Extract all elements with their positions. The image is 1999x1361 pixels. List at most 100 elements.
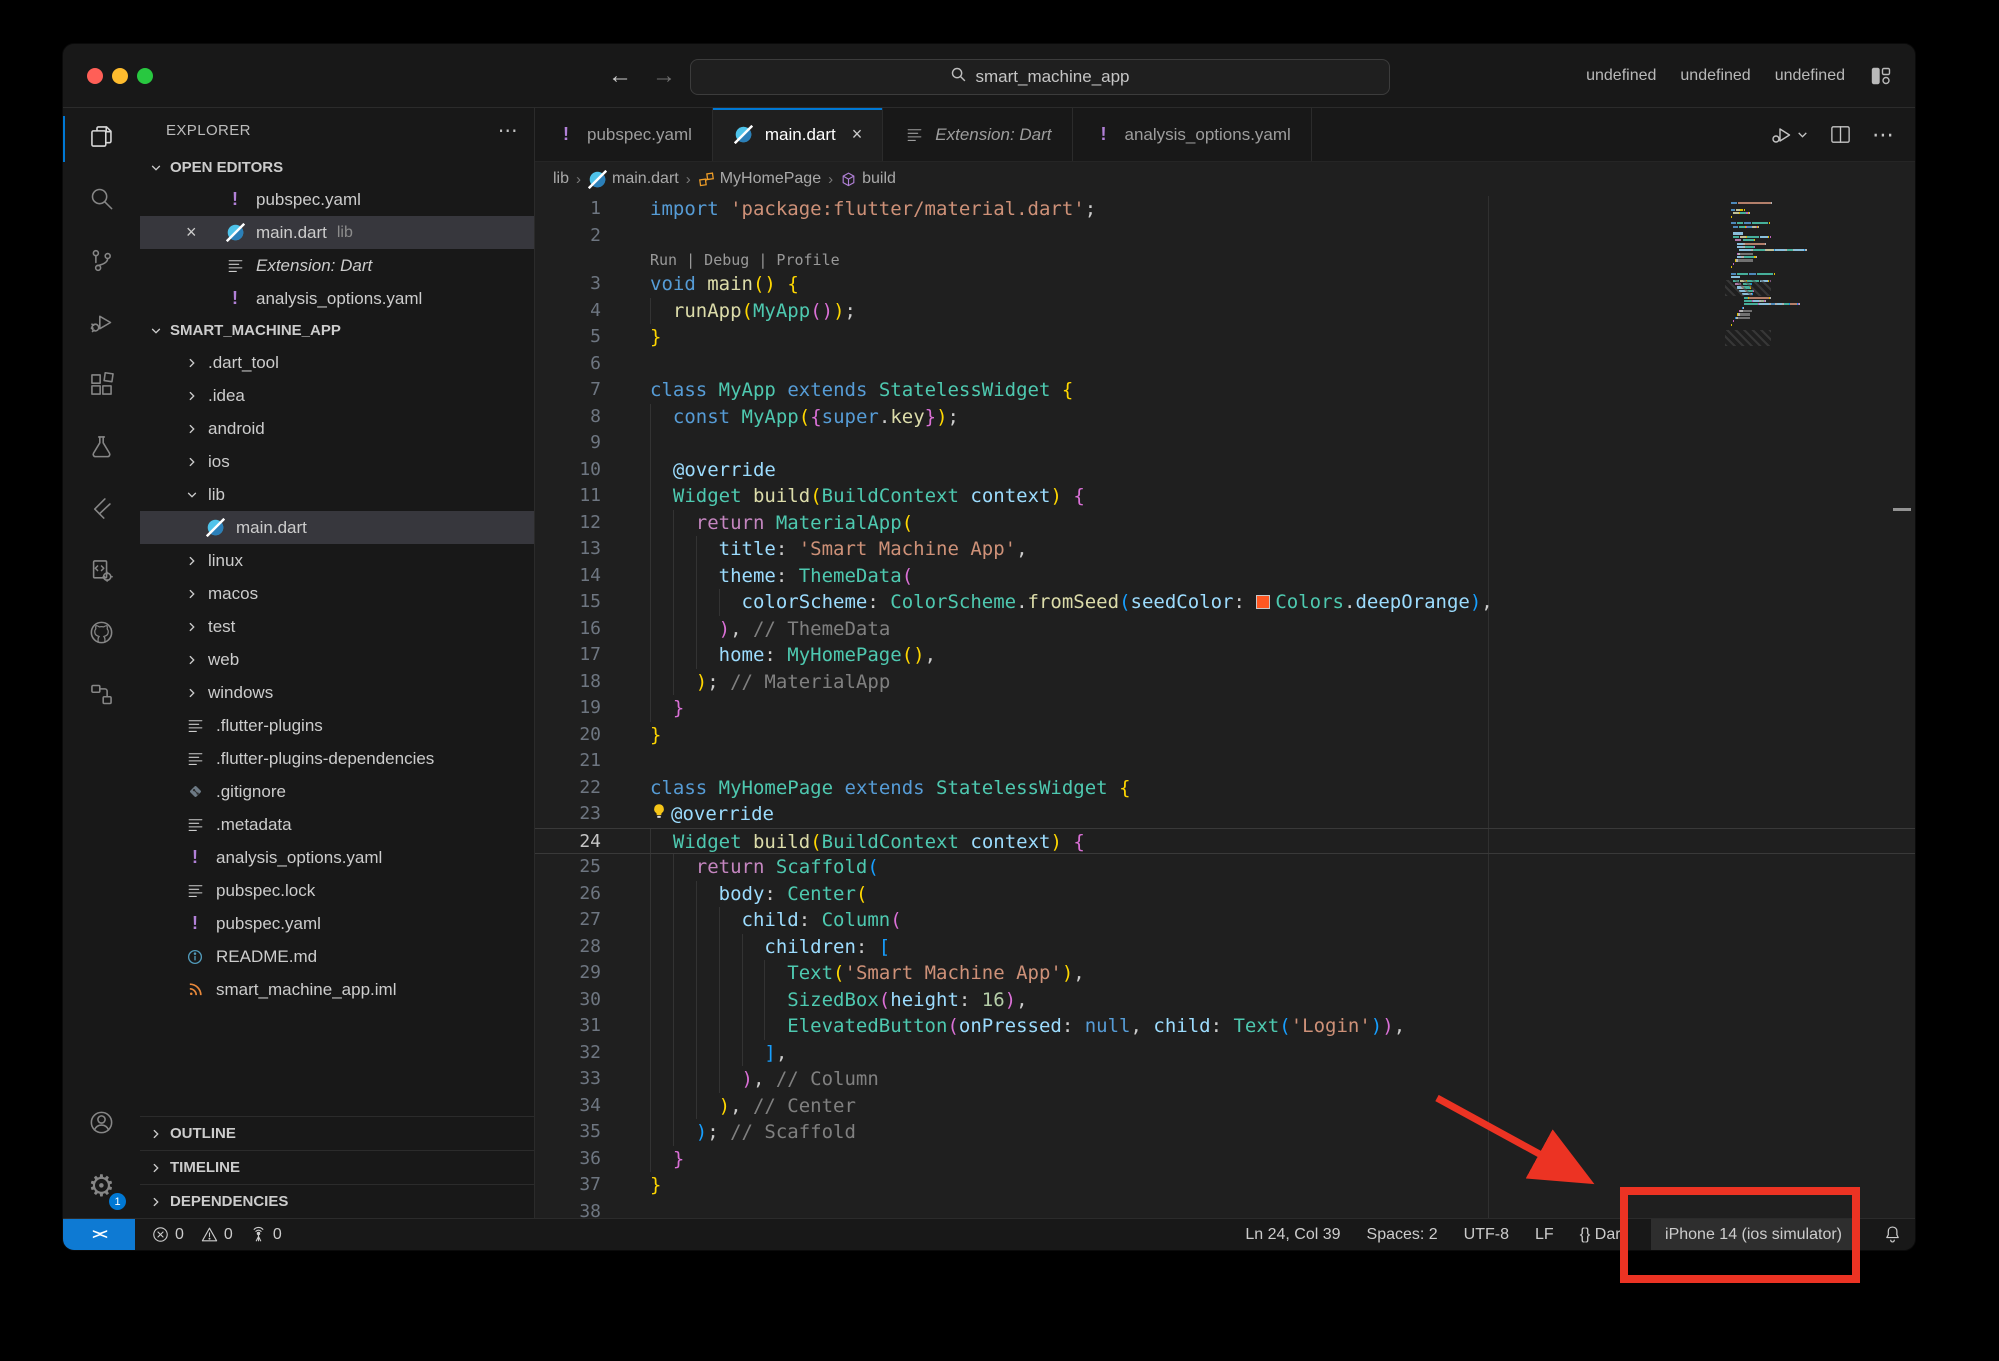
section-outline[interactable]: OUTLINE bbox=[140, 1116, 534, 1150]
code-line[interactable]: 7class MyApp extends StatelessWidget { bbox=[535, 377, 1915, 404]
code-line[interactable]: 28 children: [ bbox=[535, 934, 1915, 961]
tree-folder-ios[interactable]: ios bbox=[140, 445, 534, 478]
tree-file-README-md[interactable]: README.md bbox=[140, 940, 534, 973]
run-or-debug-icon[interactable] bbox=[1770, 123, 1809, 147]
code-line[interactable]: 14 theme: ThemeData( bbox=[535, 563, 1915, 590]
code-line[interactable]: 18 ); // MaterialApp bbox=[535, 669, 1915, 696]
more-actions-icon[interactable]: ⋯ bbox=[1872, 122, 1895, 148]
activity-extensions[interactable] bbox=[63, 356, 140, 418]
section-dependencies[interactable]: DEPENDENCIES bbox=[140, 1184, 534, 1218]
tree-folder-macos[interactable]: macos bbox=[140, 577, 534, 610]
toggle-primary-sidebar-icon[interactable]: undefined bbox=[1586, 67, 1656, 85]
open-editor-item[interactable]: !pubspec.yaml bbox=[140, 183, 534, 216]
code-line[interactable]: 8 const MyApp({super.key}); bbox=[535, 404, 1915, 431]
tree-file-analysis-options-yaml[interactable]: !analysis_options.yaml bbox=[140, 841, 534, 874]
code-line[interactable]: 19 } bbox=[535, 695, 1915, 722]
activity-source-control[interactable] bbox=[63, 232, 140, 294]
zoom-button[interactable] bbox=[137, 68, 153, 84]
toggle-panel-icon[interactable]: undefined bbox=[1680, 67, 1750, 85]
tree-folder-windows[interactable]: windows bbox=[140, 676, 534, 709]
close-button[interactable] bbox=[87, 68, 103, 84]
code-line[interactable]: 32 ], bbox=[535, 1040, 1915, 1067]
breadcrumb-item-main-dart[interactable]: main.dart bbox=[588, 170, 679, 189]
code-line[interactable]: 10 @override bbox=[535, 457, 1915, 484]
code-editor[interactable]: 1import 'package:flutter/material.dart';… bbox=[535, 196, 1915, 1218]
close-icon[interactable]: × bbox=[852, 124, 863, 145]
tab-analysis-options-yaml[interactable]: !analysis_options.yaml bbox=[1073, 108, 1312, 161]
customize-layout-icon[interactable] bbox=[1869, 64, 1893, 88]
tree-folder-linux[interactable]: linux bbox=[140, 544, 534, 577]
status-bell[interactable] bbox=[1882, 1219, 1903, 1250]
activity-github[interactable] bbox=[63, 604, 140, 666]
codelens-actions[interactable]: Run | Debug | Profile bbox=[650, 249, 1915, 271]
code-line[interactable]: 20} bbox=[535, 722, 1915, 749]
explorer-more-actions-icon[interactable]: ⋯ bbox=[498, 118, 518, 143]
code-line[interactable]: 25 return Scaffold( bbox=[535, 854, 1915, 881]
close-icon[interactable]: × bbox=[186, 222, 197, 243]
breadcrumb-item-build[interactable]: build bbox=[840, 170, 896, 188]
code-line[interactable]: 15 colorScheme: ColorScheme.fromSeed(see… bbox=[535, 589, 1915, 616]
status-error-count[interactable]: 0 bbox=[151, 1225, 184, 1244]
tree-file-pubspec-yaml[interactable]: !pubspec.yaml bbox=[140, 907, 534, 940]
status--dart[interactable]: {} Dart bbox=[1580, 1219, 1625, 1250]
code-line[interactable]: 5} bbox=[535, 324, 1915, 351]
code-line[interactable]: 16 ), // ThemeData bbox=[535, 616, 1915, 643]
activity-remote-explorer[interactable] bbox=[63, 666, 140, 728]
activity-search[interactable] bbox=[63, 170, 140, 232]
tree-folder-android[interactable]: android bbox=[140, 412, 534, 445]
command-center-search[interactable]: smart_machine_app bbox=[690, 59, 1390, 95]
activity-settings[interactable]: ⚙1 bbox=[63, 1156, 140, 1218]
tree-folder--idea[interactable]: .idea bbox=[140, 379, 534, 412]
code-line[interactable]: 36 } bbox=[535, 1146, 1915, 1173]
activity-accounts[interactable] bbox=[63, 1094, 140, 1156]
back-icon[interactable]: ← bbox=[608, 62, 632, 90]
activity-flutter[interactable] bbox=[63, 480, 140, 542]
tree-folder-web[interactable]: web bbox=[140, 643, 534, 676]
tree-file-main-dart[interactable]: main.dart bbox=[140, 511, 534, 544]
code-line[interactable]: 13 title: 'Smart Machine App', bbox=[535, 536, 1915, 563]
remote-indicator[interactable]: >< bbox=[63, 1219, 135, 1251]
activity-run-debug[interactable] bbox=[63, 294, 140, 356]
code-line[interactable]: 33 ), // Column bbox=[535, 1066, 1915, 1093]
status-lf[interactable]: LF bbox=[1535, 1219, 1554, 1250]
open-editor-item[interactable]: ×main.dartlib bbox=[140, 216, 534, 249]
forward-icon[interactable]: → bbox=[652, 62, 676, 90]
tree-file--flutter-plugins[interactable]: .flutter-plugins bbox=[140, 709, 534, 742]
code-line[interactable]: 6 bbox=[535, 351, 1915, 378]
tree-folder-lib[interactable]: lib bbox=[140, 478, 534, 511]
tree-file-smart-machine-app-iml[interactable]: smart_machine_app.iml bbox=[140, 973, 534, 1006]
code-line[interactable]: 27 child: Column( bbox=[535, 907, 1915, 934]
open-editor-item[interactable]: !analysis_options.yaml bbox=[140, 282, 534, 315]
tree-file--flutter-plugins-dependencies[interactable]: .flutter-plugins-dependencies bbox=[140, 742, 534, 775]
tab-Extension-Dart[interactable]: Extension: Dart bbox=[883, 108, 1072, 161]
code-line[interactable]: 24 Widget build(BuildContext context) { bbox=[535, 828, 1915, 855]
tree-folder-test[interactable]: test bbox=[140, 610, 534, 643]
open-editor-item[interactable]: Extension: Dart bbox=[140, 249, 534, 282]
code-line[interactable]: 17 home: MyHomePage(), bbox=[535, 642, 1915, 669]
code-line[interactable]: 34 ), // Center bbox=[535, 1093, 1915, 1120]
lightbulb-icon[interactable] bbox=[650, 801, 668, 828]
code-line[interactable]: 3void main() { bbox=[535, 271, 1915, 298]
status-tower-count[interactable]: 0 bbox=[249, 1225, 282, 1244]
tab-pubspec-yaml[interactable]: !pubspec.yaml bbox=[535, 108, 713, 161]
code-line[interactable]: 9 bbox=[535, 430, 1915, 457]
tree-file--metadata[interactable]: .metadata bbox=[140, 808, 534, 841]
code-line[interactable]: 12 return MaterialApp( bbox=[535, 510, 1915, 537]
code-line[interactable]: 35 ); // Scaffold bbox=[535, 1119, 1915, 1146]
status-spaces-2[interactable]: Spaces: 2 bbox=[1367, 1219, 1438, 1250]
code-line[interactable]: 4 runApp(MyApp()); bbox=[535, 298, 1915, 325]
tree-folder--dart-tool[interactable]: .dart_tool bbox=[140, 346, 534, 379]
activity-project-manager[interactable] bbox=[63, 542, 140, 604]
code-line[interactable]: 26 body: Center( bbox=[535, 881, 1915, 908]
split-editor-icon[interactable] bbox=[1829, 123, 1852, 146]
status-utf-8[interactable]: UTF-8 bbox=[1464, 1219, 1509, 1250]
codelens[interactable]: Run | Debug | Profile bbox=[535, 249, 1915, 271]
section-open-editors[interactable]: OPEN EDITORS bbox=[140, 152, 534, 183]
window-controls[interactable] bbox=[87, 68, 153, 84]
code-line[interactable]: 11 Widget build(BuildContext context) { bbox=[535, 483, 1915, 510]
activity-testing[interactable] bbox=[63, 418, 140, 480]
code-line[interactable]: 21 bbox=[535, 748, 1915, 775]
code-line[interactable]: 2 bbox=[535, 223, 1915, 250]
minimize-button[interactable] bbox=[112, 68, 128, 84]
activity-explorer[interactable] bbox=[63, 108, 140, 170]
